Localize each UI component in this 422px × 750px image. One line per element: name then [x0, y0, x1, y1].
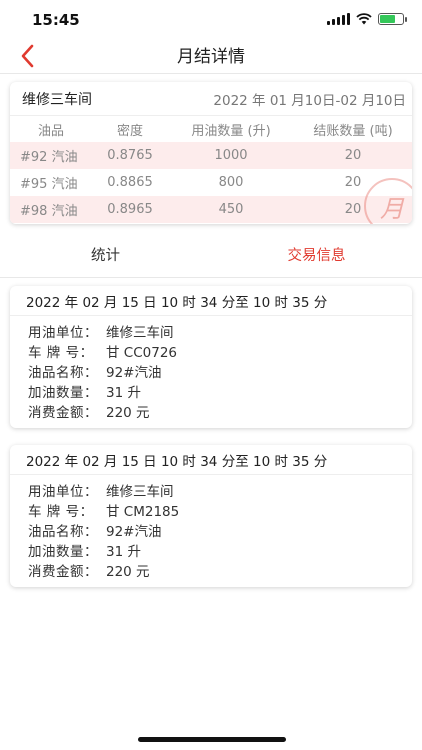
detail-row: 消费金额： 220 元 [28, 560, 412, 580]
detail-label: 油品名称： [28, 524, 98, 540]
col-header-product: 油品 [37, 123, 64, 139]
status-bar: 15:45 [0, 0, 422, 40]
detail-label: 用油单位： [28, 484, 98, 500]
detail-value: 甘 CM2185 [106, 504, 180, 520]
tab-bar: 统计 交易信息 [0, 232, 422, 278]
transaction-details: 用油单位： 维修三车间 车 牌 号： 甘 CC0726 油品名称： 92#汽油 加油数… [10, 316, 412, 421]
table-row: #92 汽油 0.8765 1000 20 [10, 142, 412, 169]
status-time: 15:45 [32, 11, 80, 29]
transaction-time: 2022 年 02 月 15 日 10 时 34 分至 10 时 35 分 [10, 445, 412, 475]
battery-icon [378, 13, 407, 25]
page-title: 月结详情 [177, 47, 245, 67]
table-row: #95 汽油 0.8865 800 20 [10, 169, 412, 196]
cell-product: #92 汽油 [10, 142, 92, 169]
cell-density: 0.8965 [92, 196, 168, 223]
wifi-icon [356, 13, 372, 25]
detail-row: 加油数量： 31 升 [28, 540, 412, 560]
cell-density: 0.8765 [92, 142, 168, 169]
detail-value: 甘 CC0726 [106, 345, 178, 361]
detail-value: 92#汽油 [106, 524, 162, 540]
detail-label: 消费金额： [28, 564, 98, 580]
col-header-settle-qty: 结账数量 (吨) [313, 123, 393, 139]
summary-workshop: 维修三车间 [22, 91, 92, 108]
detail-value: 维修三车间 [106, 484, 174, 500]
home-indicator[interactable] [138, 737, 286, 742]
summary-date-range: 2022 年 01 月10日-02 月10日 [213, 92, 406, 109]
detail-label: 油品名称： [28, 365, 98, 381]
nav-bar: 月结详情 [0, 36, 422, 74]
detail-label: 加油数量： [28, 544, 98, 560]
cellular-signal-icon [327, 13, 350, 25]
cell-fuel-qty: 450 [168, 196, 294, 223]
detail-label: 车 牌 号： [28, 504, 94, 520]
detail-row: 用油单位： 维修三车间 [28, 321, 412, 341]
detail-value: 31 升 [106, 385, 141, 401]
status-icons [327, 13, 407, 25]
transaction-details: 用油单位： 维修三车间 车 牌 号： 甘 CM2185 油品名称： 92#汽油 加油数… [10, 475, 412, 580]
table-row: #98 汽油 0.8965 450 20 [10, 196, 412, 223]
table-header-row: 油品 密度 用油数量 (升) 结账数量 (吨) [10, 116, 412, 142]
detail-label: 消费金额： [28, 405, 98, 421]
cell-fuel-qty: 1000 [168, 142, 294, 169]
summary-header: 维修三车间 2022 年 01 月10日-02 月10日 [10, 82, 412, 116]
detail-row: 加油数量： 31 升 [28, 381, 412, 401]
detail-label: 用油单位： [28, 325, 98, 341]
detail-row: 车 牌 号： 甘 CM2185 [28, 500, 412, 520]
transaction-card[interactable]: 2022 年 02 月 15 日 10 时 34 分至 10 时 35 分 用油… [10, 286, 412, 428]
detail-label: 加油数量： [28, 385, 98, 401]
cell-product: #95 汽油 [20, 177, 78, 192]
detail-value: 92#汽油 [106, 365, 162, 381]
cell-density: 0.8865 [107, 175, 153, 190]
detail-value: 220 元 [106, 405, 150, 421]
summary-card: 维修三车间 2022 年 01 月10日-02 月10日 油品 密度 用油数量 … [10, 82, 412, 224]
detail-row: 油品名称： 92#汽油 [28, 361, 412, 381]
detail-label: 车 牌 号： [28, 345, 94, 361]
cell-settle-qty: 20 [294, 142, 412, 169]
tab-statistics[interactable]: 统计 [0, 232, 211, 277]
detail-value: 31 升 [106, 544, 141, 560]
summary-table: 油品 密度 用油数量 (升) 结账数量 (吨) #92 汽油 0.8765 10… [10, 116, 412, 223]
detail-row: 油品名称： 92#汽油 [28, 520, 412, 540]
detail-row: 消费金额： 220 元 [28, 401, 412, 421]
detail-row: 车 牌 号： 甘 CC0726 [28, 341, 412, 361]
cell-product: #98 汽油 [10, 196, 92, 223]
col-header-density: 密度 [116, 123, 143, 139]
tab-transaction-info[interactable]: 交易信息 [211, 232, 422, 277]
transaction-card[interactable]: 2022 年 02 月 15 日 10 时 34 分至 10 时 35 分 用油… [10, 445, 412, 587]
cell-fuel-qty: 800 [218, 175, 244, 190]
col-header-fuel-qty: 用油数量 (升) [191, 123, 271, 139]
detail-value: 维修三车间 [106, 325, 174, 341]
detail-row: 用油单位： 维修三车间 [28, 480, 412, 500]
detail-value: 220 元 [106, 564, 150, 580]
transaction-time: 2022 年 02 月 15 日 10 时 34 分至 10 时 35 分 [10, 286, 412, 316]
